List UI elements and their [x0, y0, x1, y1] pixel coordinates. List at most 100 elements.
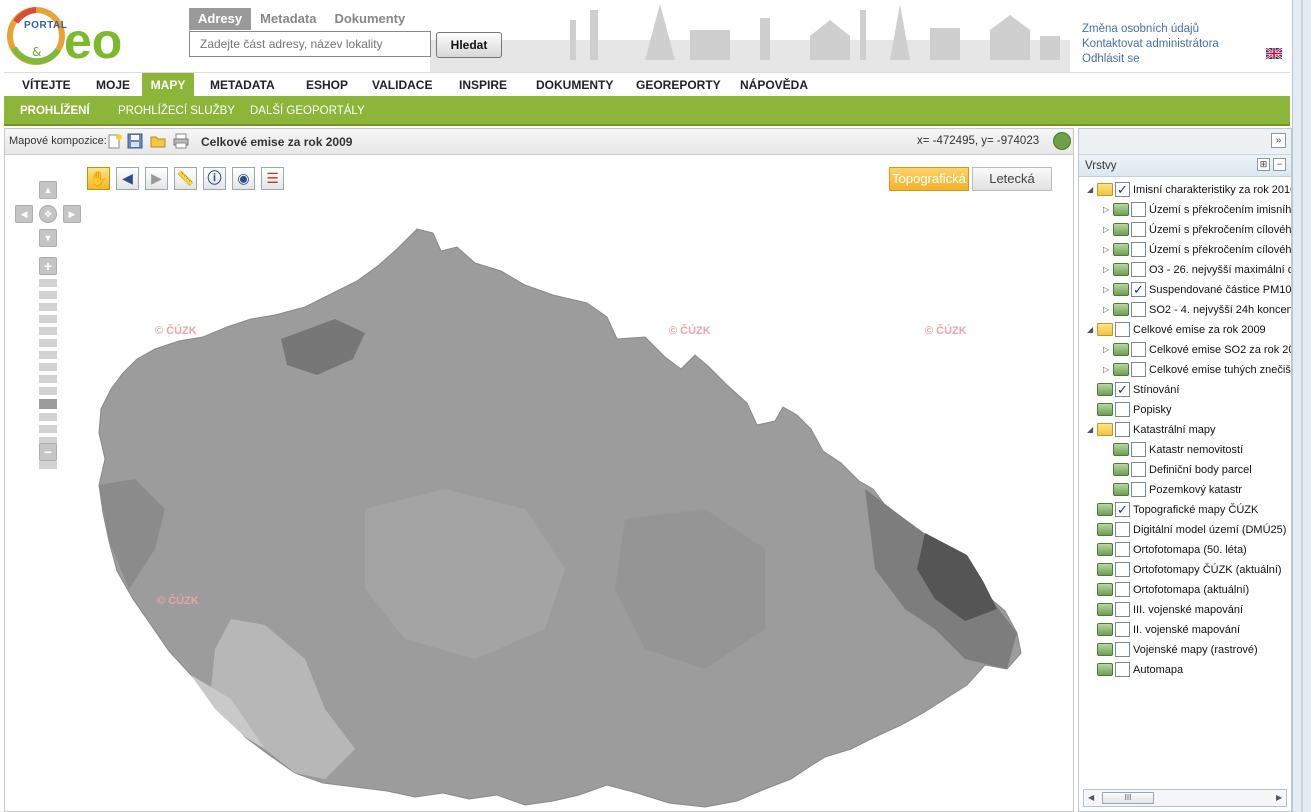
- layer-row[interactable]: Definiční body parcel: [1079, 461, 1291, 481]
- scrollbar-thumb[interactable]: III: [1102, 792, 1154, 804]
- layer-row[interactable]: ▷ Celkové emise tuhých znečiš: [1079, 361, 1291, 381]
- maptype-topograficka[interactable]: Topografická: [889, 167, 969, 191]
- link-change-profile[interactable]: Změna osobních údajů: [1082, 22, 1219, 37]
- layer-checkbox[interactable]: [1115, 582, 1130, 597]
- layer-row[interactable]: Automapa: [1079, 661, 1291, 681]
- map-canvas[interactable]: [5, 189, 1073, 812]
- layer-checkbox[interactable]: ✓: [1115, 182, 1130, 197]
- link-contact-admin[interactable]: Kontaktovat administrátora: [1082, 37, 1219, 52]
- collapsed-arrow-icon[interactable]: ▷: [1103, 345, 1111, 354]
- nav-inspire[interactable]: INSPIRE: [451, 73, 515, 97]
- nav-metadata[interactable]: METADATA: [202, 73, 283, 97]
- scroll-right-icon[interactable]: ▶: [1276, 793, 1282, 802]
- subnav-dalsi-geoportaly[interactable]: DALŠÍ GEOPORTÁLY: [250, 96, 365, 124]
- nav-validace[interactable]: VALIDACE: [364, 73, 440, 97]
- layer-checkbox[interactable]: [1115, 662, 1130, 677]
- layer-label[interactable]: Definiční body parcel: [1149, 464, 1252, 476]
- layer-checkbox[interactable]: [1115, 402, 1130, 417]
- search-button[interactable]: Hledat: [436, 32, 502, 58]
- tab-metadata[interactable]: Metadata: [251, 8, 325, 30]
- info-button[interactable]: ⓘ: [203, 167, 226, 190]
- layer-row[interactable]: Popisky: [1079, 401, 1291, 421]
- layer-label[interactable]: Celkové emise tuhých znečiš: [1149, 364, 1291, 376]
- nav-georeporty[interactable]: GEOREPORTY: [628, 73, 729, 97]
- layer-checkbox[interactable]: [1115, 602, 1130, 617]
- layer-row[interactable]: Katastr nemovitostí: [1079, 441, 1291, 461]
- nav-eshop[interactable]: ESHOP: [298, 73, 356, 97]
- locate-icon[interactable]: [1053, 132, 1071, 150]
- layer-row[interactable]: ▷ O3 - 26. nejvyšší maximální d: [1079, 261, 1291, 281]
- nav-moje[interactable]: MOJE: [88, 73, 138, 97]
- layer-row[interactable]: ✓ Stínování: [1079, 381, 1291, 401]
- layer-label[interactable]: II. vojenské mapování: [1133, 624, 1240, 636]
- nav-napoveda[interactable]: NÁPOVĚDA: [732, 73, 816, 97]
- measure-button[interactable]: 📏: [174, 167, 197, 190]
- layer-label[interactable]: SO2 - 4. nejvyšší 24h koncen: [1149, 304, 1291, 316]
- layer-checkbox[interactable]: [1131, 342, 1146, 357]
- layer-row[interactable]: III. vojenské mapování: [1079, 601, 1291, 621]
- layer-label[interactable]: Území s překročením cílového: [1149, 244, 1291, 256]
- layer-label[interactable]: Ortofotomapa (50. léta): [1133, 544, 1247, 556]
- collapsed-arrow-icon[interactable]: ▷: [1103, 305, 1111, 314]
- layer-checkbox[interactable]: ✓: [1131, 282, 1146, 297]
- expand-all-button[interactable]: ⊞: [1257, 158, 1270, 171]
- new-composition-icon[interactable]: [107, 133, 123, 149]
- layer-row[interactable]: ✓ Topografické mapy ČÚZK: [1079, 501, 1291, 521]
- nav-vitejte[interactable]: VÍTEJTE: [14, 73, 79, 97]
- uk-flag-icon[interactable]: [1266, 48, 1282, 59]
- layer-checkbox[interactable]: ✓: [1115, 382, 1130, 397]
- coordinates-button[interactable]: ◉: [232, 167, 255, 190]
- layer-row[interactable]: Vojenské mapy (rastrové): [1079, 641, 1291, 661]
- layer-label[interactable]: Suspendované částice PM10: [1149, 284, 1291, 296]
- layer-group-row[interactable]: ◢ Katastrální mapy: [1079, 421, 1291, 441]
- collapsed-arrow-icon[interactable]: ▷: [1103, 285, 1111, 294]
- layer-label[interactable]: Digitální model území (DMÚ25): [1133, 524, 1286, 536]
- layer-label[interactable]: Automapa: [1133, 664, 1183, 676]
- layer-checkbox[interactable]: [1131, 302, 1146, 317]
- subnav-prohlizeci-sluzby[interactable]: PROHLÍŽECÍ SLUŽBY: [118, 96, 235, 124]
- layer-label[interactable]: Pozemkový katastr: [1149, 484, 1242, 496]
- save-icon[interactable]: [127, 133, 143, 149]
- legend-button[interactable]: ☰: [261, 167, 284, 190]
- maptype-letecka[interactable]: Letecká: [972, 167, 1052, 191]
- layer-label[interactable]: O3 - 26. nejvyšší maximální d: [1149, 264, 1291, 276]
- back-button[interactable]: ◀: [116, 167, 139, 190]
- layer-row[interactable]: Pozemkový katastr: [1079, 481, 1291, 501]
- layer-row[interactable]: ▷ ✓ Suspendované částice PM10: [1079, 281, 1291, 301]
- layer-label[interactable]: Celkové emise za rok 2009: [1133, 324, 1266, 336]
- collapsed-arrow-icon[interactable]: ▷: [1103, 245, 1111, 254]
- layer-checkbox[interactable]: [1131, 242, 1146, 257]
- layer-label[interactable]: Imisní charakteristiky za rok 2010: [1133, 184, 1291, 196]
- link-logout[interactable]: Odhlásit se: [1082, 52, 1219, 67]
- layer-label[interactable]: Celkové emise SO2 za rok 20: [1149, 344, 1291, 356]
- collapse-panel-button[interactable]: »: [1271, 133, 1286, 148]
- nav-dokumenty[interactable]: DOKUMENTY: [528, 73, 621, 97]
- tab-dokumenty[interactable]: Dokumenty: [325, 8, 414, 30]
- layer-label[interactable]: III. vojenské mapování: [1133, 604, 1243, 616]
- layer-row[interactable]: Ortofotomapy ČÚZK (aktuální): [1079, 561, 1291, 581]
- collapse-all-button[interactable]: −: [1273, 158, 1286, 171]
- layer-checkbox[interactable]: [1115, 622, 1130, 637]
- collapsed-arrow-icon[interactable]: ▷: [1103, 225, 1111, 234]
- pan-tool-button[interactable]: ✋: [87, 167, 110, 190]
- layer-checkbox[interactable]: [1115, 522, 1130, 537]
- expanded-arrow-icon[interactable]: ◢: [1087, 185, 1095, 194]
- nav-mapy[interactable]: MAPY: [142, 73, 194, 97]
- layer-checkbox[interactable]: [1115, 422, 1130, 437]
- layer-label[interactable]: Ortofotomapy ČÚZK (aktuální): [1133, 564, 1282, 576]
- layer-checkbox[interactable]: [1115, 562, 1130, 577]
- expanded-arrow-icon[interactable]: ◢: [1087, 325, 1095, 334]
- expanded-arrow-icon[interactable]: ◢: [1087, 425, 1095, 434]
- subnav-prohlizeni[interactable]: PROHLÍŽENÍ: [20, 96, 90, 124]
- layer-row[interactable]: Ortofotomapa (50. léta): [1079, 541, 1291, 561]
- layer-checkbox[interactable]: [1115, 322, 1130, 337]
- layer-label[interactable]: Katastr nemovitostí: [1149, 444, 1243, 456]
- layer-label[interactable]: Stínování: [1133, 384, 1179, 396]
- layer-row[interactable]: ▷ Území s překročením imisního: [1079, 201, 1291, 221]
- layer-checkbox[interactable]: [1131, 262, 1146, 277]
- layer-group-row[interactable]: ◢ ✓ Imisní charakteristiky za rok 2010: [1079, 181, 1291, 201]
- layer-checkbox[interactable]: [1131, 362, 1146, 377]
- layer-label[interactable]: Území s překročením cílového: [1149, 224, 1291, 236]
- layer-label[interactable]: Topografické mapy ČÚZK: [1133, 504, 1258, 516]
- horizontal-scrollbar[interactable]: ◀ III ▶: [1083, 789, 1287, 807]
